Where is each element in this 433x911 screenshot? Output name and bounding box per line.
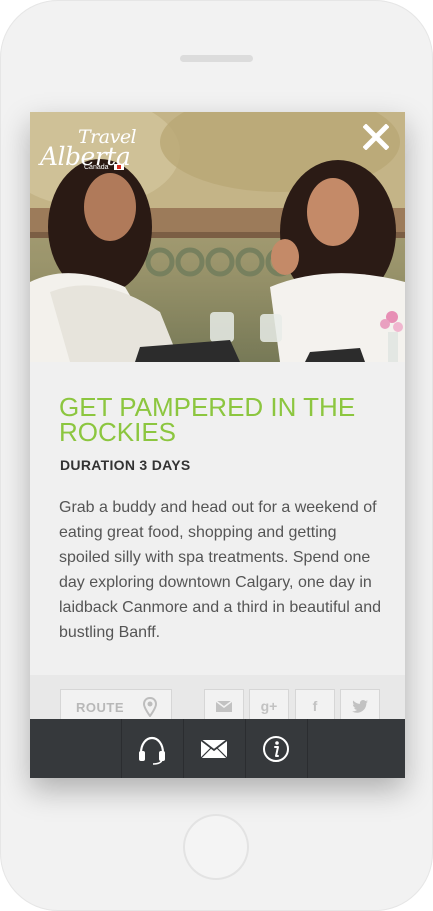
facebook-icon: f bbox=[312, 698, 318, 714]
itinerary-title: GET PAMPERED IN THE ROCKIES bbox=[59, 392, 356, 447]
route-button[interactable]: ROUTE bbox=[60, 689, 172, 723]
tab-info[interactable] bbox=[245, 719, 306, 778]
headset-icon bbox=[139, 736, 165, 765]
share-googleplus-button[interactable]: g+ bbox=[249, 689, 289, 723]
itinerary-content: GET PAMPERED IN THE ROCKIES DURATION 3 D… bbox=[30, 362, 405, 682]
share-twitter-button[interactable] bbox=[340, 689, 380, 723]
itinerary-duration: DURATION 3 DAYS bbox=[60, 457, 191, 473]
travel-alberta-logo[interactable]: Travel Alberta Canada bbox=[38, 126, 148, 172]
route-label: ROUTE bbox=[76, 700, 124, 715]
canada-flag-icon bbox=[114, 164, 124, 170]
envelope-icon bbox=[215, 700, 233, 712]
phone-home-button[interactable] bbox=[183, 814, 249, 880]
share-facebook-button[interactable]: f bbox=[295, 689, 335, 723]
phone-speaker bbox=[180, 55, 253, 62]
twitter-icon bbox=[352, 700, 368, 713]
app-screen: Travel Alberta Canada GET PAMPERED IN TH… bbox=[30, 112, 405, 778]
tab-contact[interactable] bbox=[183, 719, 244, 778]
bottom-tab-bar bbox=[30, 719, 405, 778]
googleplus-icon: g+ bbox=[260, 698, 278, 714]
hero-image: Travel Alberta Canada bbox=[30, 112, 405, 362]
envelope-icon bbox=[201, 739, 227, 758]
logo-text-canada: Canada bbox=[84, 164, 109, 171]
itinerary-description: Grab a buddy and head out for a weekend … bbox=[59, 499, 381, 641]
share-email-button[interactable] bbox=[204, 689, 244, 723]
close-button[interactable] bbox=[363, 124, 395, 156]
map-pin-icon bbox=[143, 697, 157, 717]
phone-frame: Travel Alberta Canada GET PAMPERED IN TH… bbox=[0, 0, 433, 911]
tab-divider bbox=[307, 719, 308, 778]
tab-support[interactable] bbox=[121, 719, 182, 778]
close-icon bbox=[363, 124, 389, 150]
info-icon bbox=[263, 735, 289, 762]
